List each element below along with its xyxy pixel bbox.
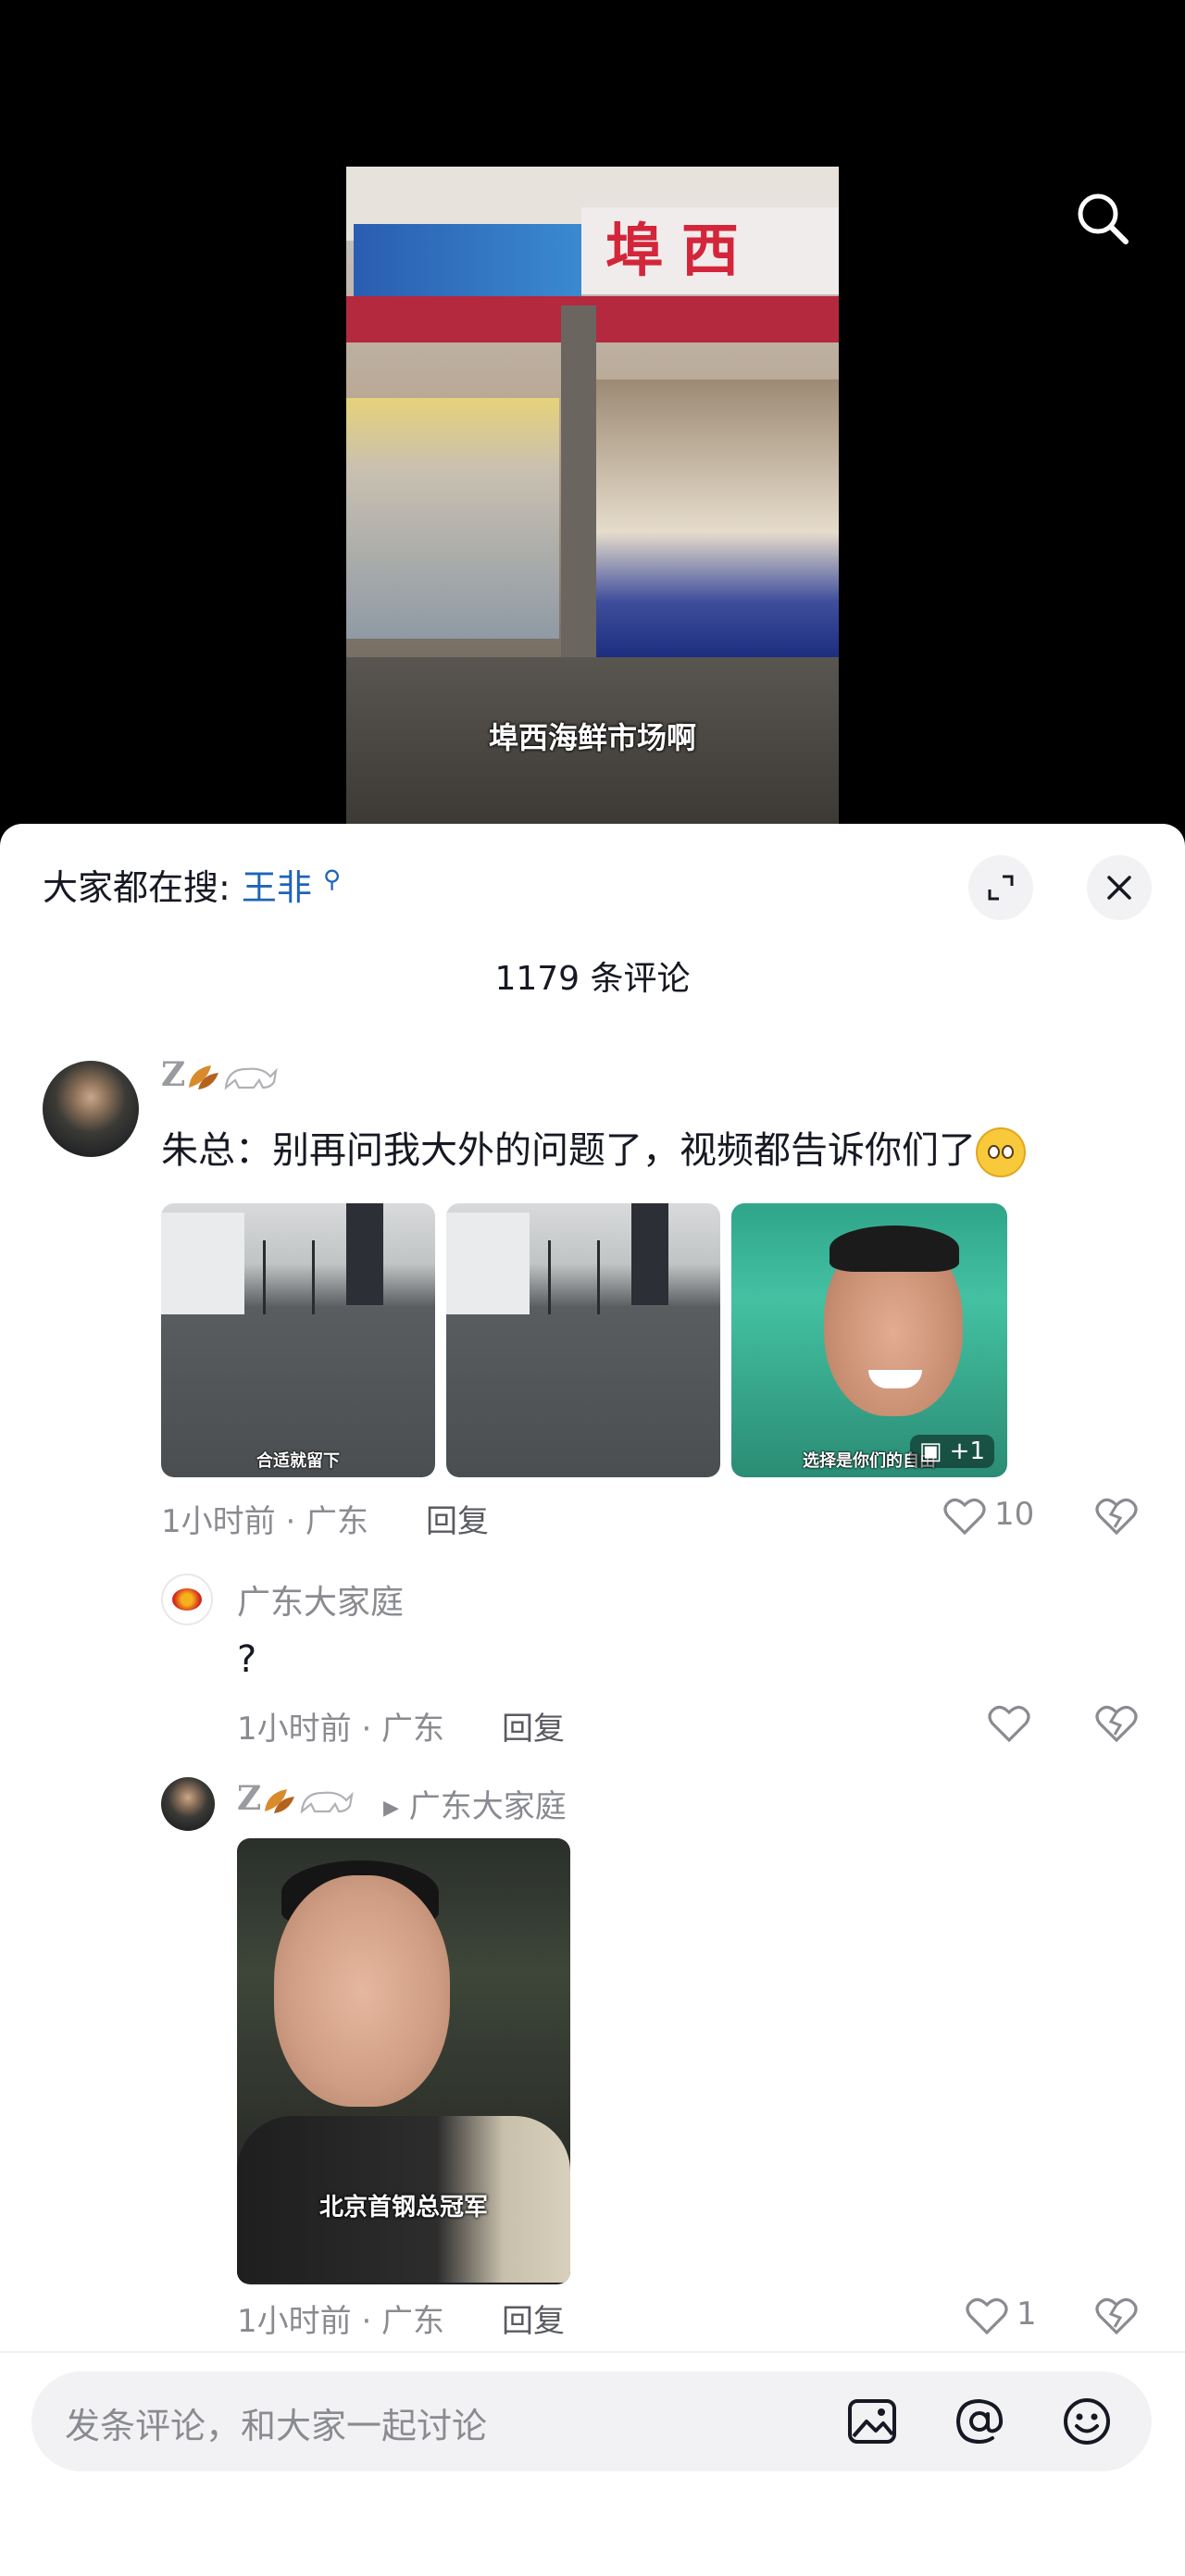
close-button[interactable] — [1087, 855, 1152, 920]
team-logo-icon — [172, 1588, 202, 1611]
comment-meta: 1小时前 · 广东 — [161, 1503, 369, 1540]
market-stall-right — [596, 380, 839, 657]
username-text: Z — [161, 1055, 186, 1094]
broken-heart-icon[interactable] — [1094, 1496, 1139, 1537]
reply-username[interactable]: Z — [237, 1779, 356, 1818]
reply-video[interactable]: 北京首钢总冠军 — [237, 1838, 570, 2284]
like-count: 1 — [1017, 2296, 1037, 2333]
broken-heart-icon[interactable] — [1094, 2296, 1139, 2336]
hot-search-magnifier-icon: ⚲ — [323, 865, 342, 894]
image-content — [263, 1240, 315, 1314]
market-banner — [354, 224, 581, 300]
comment-input-bar: 发条评论，和大家一起讨论 — [0, 2351, 1185, 2576]
image-content — [446, 1213, 530, 1314]
image-picker-icon[interactable] — [846, 2396, 898, 2447]
expand-icon — [988, 875, 1014, 901]
comment-image-3[interactable]: 选择是你们的自由 ▣ +1 — [731, 1203, 1007, 1477]
comment-input[interactable]: 发条评论，和大家一起讨论 — [31, 2371, 1152, 2471]
search-icon[interactable] — [1074, 190, 1131, 247]
hot-search-keyword[interactable]: 王非 — [242, 867, 312, 908]
video-caption: 埠西海鲜市场啊 — [488, 720, 696, 755]
image-content — [548, 1240, 600, 1314]
username-text: Z — [237, 1779, 262, 1818]
leaf-icon — [265, 1789, 295, 1813]
emoji-picker-icon[interactable] — [1061, 2396, 1113, 2447]
video-caption: 北京首钢总冠军 — [318, 2194, 488, 2221]
image-caption: 合适就留下 — [256, 1451, 340, 1471]
hot-search-prefix: 大家都在搜: — [43, 867, 231, 908]
reply-button[interactable]: 回复 — [426, 1496, 489, 1541]
rhino-badge-icon — [224, 1067, 278, 1090]
emoji-icon — [976, 1127, 1026, 1177]
video-content — [274, 1875, 450, 2107]
market-sign: 埠西 — [581, 207, 839, 294]
reply-meta: 1小时前 · 广东 — [237, 2303, 445, 2340]
comment-text: 朱总：别再问我大外的问题了，视频都告诉你们了 — [161, 1120, 1026, 1177]
heart-icon[interactable] — [965, 2296, 1009, 2336]
image-content — [346, 1203, 383, 1305]
video-frame[interactable]: 埠西 埠西海鲜市场啊 — [346, 167, 839, 824]
expand-button[interactable] — [968, 855, 1033, 920]
reply-meta: 1小时前 · 广东 — [237, 1711, 445, 1748]
leaf-icon — [189, 1065, 219, 1089]
rhino-badge-icon — [300, 1791, 354, 1814]
video-player[interactable]: 埠西 埠西海鲜市场啊 — [0, 0, 1185, 833]
triangle-right-icon: ▶ — [383, 1797, 399, 1820]
reply-avatar[interactable] — [161, 1574, 213, 1625]
comment-image-1[interactable]: 合适就留下 — [161, 1203, 435, 1477]
reply-to[interactable]: ▶ 广东大家庭 — [383, 1781, 567, 1826]
reply-avatar[interactable] — [161, 1777, 215, 1831]
market-stall-left — [346, 398, 559, 639]
comment-image-2[interactable] — [446, 1203, 720, 1477]
mention-icon[interactable] — [954, 2396, 1005, 2447]
comments-panel: 大家都在搜: 王非 ⚲ 1179 条评论 Z 朱总：别再问我大外的问题了，视频都… — [0, 824, 1185, 2574]
comment-input-placeholder: 发条评论，和大家一起讨论 — [65, 2406, 488, 2446]
comment-count: 1179 条评论 — [494, 960, 691, 998]
heart-icon[interactable] — [987, 1703, 1031, 1744]
image-content — [161, 1213, 244, 1314]
image-content — [830, 1226, 959, 1272]
comment-username[interactable]: Z — [161, 1055, 280, 1094]
like-count: 10 — [994, 1496, 1035, 1533]
avatar[interactable] — [43, 1061, 139, 1157]
close-icon — [1107, 876, 1131, 900]
reply-button[interactable]: 回复 — [502, 2296, 565, 2341]
reply-text: ? — [237, 1638, 257, 1681]
image-content — [631, 1203, 668, 1305]
broken-heart-icon[interactable] — [1094, 1703, 1139, 1744]
more-images-badge[interactable]: ▣ +1 — [909, 1435, 994, 1468]
reply-username[interactable]: 广东大家庭 — [237, 1575, 404, 1624]
image-icon: ▣ — [918, 1437, 942, 1465]
heart-icon[interactable] — [942, 1496, 987, 1537]
hot-search[interactable]: 大家都在搜: 王非 ⚲ — [43, 859, 341, 910]
reply-button[interactable]: 回复 — [502, 1703, 565, 1748]
